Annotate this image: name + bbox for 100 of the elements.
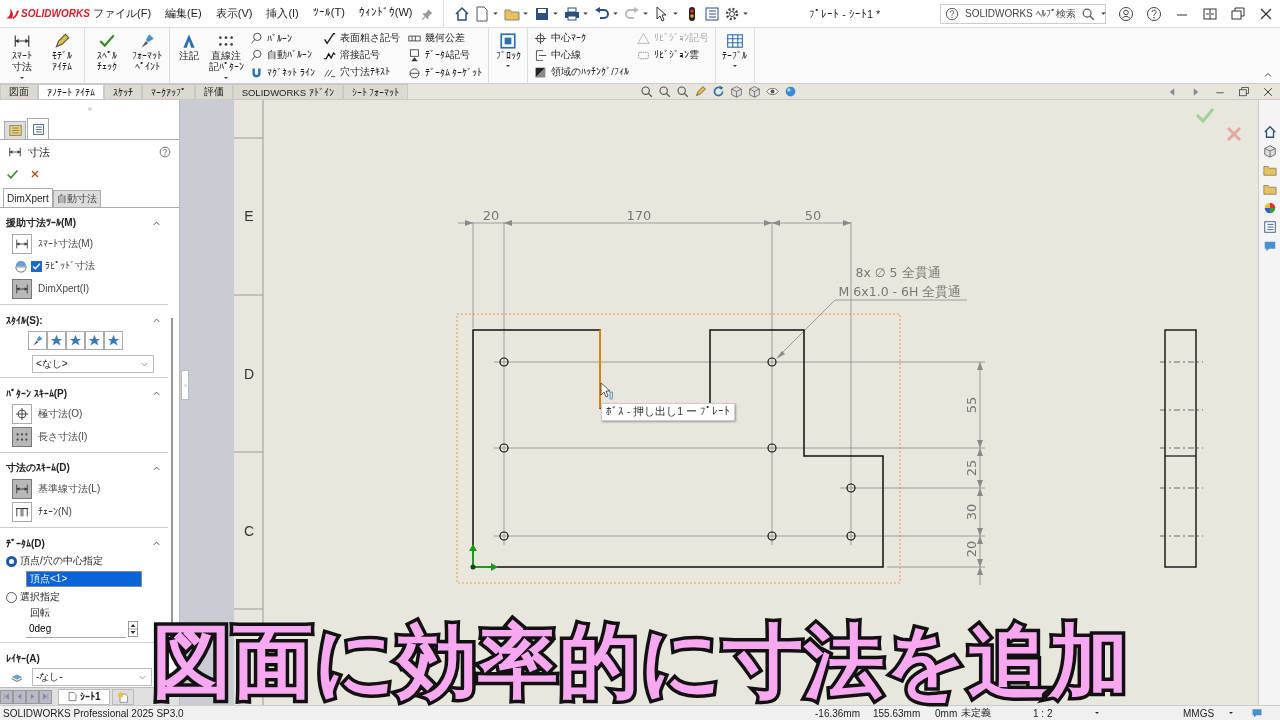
caret-icon[interactable] — [580, 9, 590, 18]
box-icon[interactable] — [730, 85, 743, 98]
style-dropdown[interactable]: <なし> — [32, 355, 154, 373]
ribbon-tool[interactable]: 溶接記号 — [322, 48, 400, 63]
caret-icon[interactable] — [550, 9, 560, 18]
magnifier-icon[interactable] — [640, 85, 653, 98]
ribbon-tool[interactable]: 幾何公差 — [407, 31, 483, 46]
panel-subtab[interactable]: DimXpert — [3, 188, 53, 207]
caret-icon[interactable] — [1093, 709, 1101, 717]
caret-icon[interactable] — [740, 9, 750, 18]
panel-subtab[interactable]: 自動寸法 — [52, 190, 101, 207]
ribbon-button[interactable]: 注記 — [173, 30, 205, 81]
ribbon-button[interactable]: 直線注 記ﾊﾟﾀｰﾝ — [207, 30, 245, 81]
tool-button[interactable] — [12, 403, 32, 424]
ribbon-tab[interactable]: ｼｰﾄ ﾌｫｰﾏｯﾄ — [342, 84, 409, 99]
home-icon[interactable] — [453, 5, 470, 22]
menu-item[interactable]: 表示(V) — [215, 6, 253, 21]
unit-system[interactable]: MMGS — [1183, 707, 1227, 719]
menu-item[interactable]: 編集(E) — [165, 6, 202, 21]
ribbon-button[interactable]: ﾃｰﾌﾞﾙ — [718, 30, 751, 81]
checkbox[interactable] — [31, 260, 42, 272]
tool-button[interactable] — [12, 501, 32, 522]
box-icon[interactable] — [748, 85, 761, 98]
restore-icon[interactable] — [1230, 5, 1246, 22]
help-icon[interactable] — [159, 146, 171, 158]
menu-item[interactable]: ｳｨﾝﾄﾞｳ(W) — [358, 6, 413, 21]
sphere-icon[interactable] — [784, 85, 797, 98]
ribbon-tool[interactable]: 中心ﾏｰｸ — [534, 31, 629, 46]
magnifier-icon[interactable] — [676, 85, 689, 98]
style-button[interactable] — [28, 330, 47, 350]
caret-icon[interactable] — [1099, 9, 1108, 18]
task-pane-button[interactable] — [1262, 125, 1277, 139]
add-sheet-icon[interactable] — [116, 690, 129, 703]
ribbon-tool[interactable]: 自動ﾊﾞﾙｰﾝ — [250, 48, 315, 63]
tool-button[interactable] — [12, 233, 32, 254]
printer-icon[interactable] — [563, 5, 580, 22]
task-pane-button[interactable] — [1262, 201, 1277, 215]
ribbon-button[interactable]: ﾌｫｰﾏｯﾄ ﾍﾟｲﾝﾄ — [128, 30, 166, 81]
layer-dropdown[interactable]: -なし- — [32, 668, 152, 686]
undo-icon[interactable] — [593, 5, 610, 22]
chat-icon[interactable] — [1251, 707, 1263, 719]
ribbon-tool[interactable]: ﾃﾞｰﾀﾑ記号 — [407, 48, 483, 63]
search-icon[interactable] — [1081, 6, 1095, 21]
ribbon-tool[interactable]: ﾃﾞｰﾀﾑ ﾀｰｹﾞｯﾄ — [407, 65, 483, 80]
selection-field[interactable]: 頂点<1> — [26, 571, 142, 587]
ribbon-tab[interactable]: 図面 — [0, 84, 38, 99]
ribbon-tool[interactable]: 表面粗さ記号 — [322, 31, 400, 46]
pin-icon[interactable] — [420, 7, 433, 20]
search-field[interactable]: SOLIDWORKS ﾍﾙﾌﾟ検索 — [940, 3, 1106, 24]
caret-icon[interactable] — [490, 9, 500, 18]
ribbon-tool[interactable]: ﾊﾞﾙｰﾝ — [250, 31, 315, 46]
caret-icon[interactable] — [640, 9, 650, 18]
gear-icon[interactable] — [723, 5, 740, 22]
panel-tab[interactable] — [27, 118, 49, 139]
style-button[interactable] — [85, 330, 104, 350]
style-button[interactable] — [66, 330, 85, 350]
tool-button[interactable] — [12, 426, 32, 447]
ribbon-button[interactable]: ﾌﾞﾛｯｸ — [492, 30, 525, 81]
caret-icon[interactable] — [520, 9, 530, 18]
ribbon-button[interactable]: ｽﾍﾟﾙ ﾁｪｯｸ — [88, 30, 126, 81]
drawing-scale[interactable]: 1 : 2 — [1033, 707, 1093, 719]
style-button[interactable] — [104, 330, 123, 350]
task-pane-button[interactable] — [1262, 220, 1277, 234]
menu-item[interactable]: ﾂｰﾙ(T) — [312, 6, 345, 21]
task-pane-button[interactable] — [1262, 144, 1277, 158]
caret-icon[interactable] — [670, 9, 680, 18]
radio-button[interactable] — [6, 555, 17, 567]
ribbon-tab[interactable]: ﾏｰｸｱｯﾌﾟ — [141, 84, 195, 99]
check-icon[interactable] — [1195, 108, 1215, 124]
radio-button[interactable] — [6, 591, 17, 603]
ribbon-tab[interactable]: ｱﾉﾃｰﾄ ｱｲﾃﾑ — [38, 84, 104, 99]
ribbon-tab[interactable]: ｽｹｯﾁ — [103, 84, 142, 99]
caret-icon[interactable] — [610, 9, 620, 18]
sheet-tab[interactable]: ｼｰﾄ1 — [58, 688, 110, 705]
tile-icon[interactable] — [1202, 5, 1218, 22]
ribbon-tab[interactable]: SOLIDWORKS ｱﾄﾞｲﾝ — [232, 84, 343, 99]
ribbon-tool[interactable]: ﾘﾋﾞｼﾞｮﾝ雲 — [636, 48, 709, 63]
menu-item[interactable]: 挿入(I) — [266, 6, 299, 21]
check-icon[interactable] — [6, 167, 19, 181]
cancel-icon[interactable] — [29, 168, 41, 180]
ribbon-tool[interactable]: 領域のﾊｯﾁﾝｸﾞ/ﾌｨﾙ — [534, 65, 629, 80]
save-icon[interactable] — [533, 5, 550, 22]
ribbon-tool[interactable]: 穴寸法ﾃｷｽﾄ — [322, 65, 400, 80]
magnifier-icon[interactable] — [658, 85, 671, 98]
ribbon-tool[interactable]: ﾏｸﾞﾈｯﾄ ﾗｲﾝ — [250, 65, 315, 80]
ribbon-tab[interactable]: 評価 — [194, 84, 233, 99]
close-icon[interactable] — [1262, 86, 1274, 98]
handle-icon[interactable] — [181, 381, 189, 389]
caret-icon[interactable] — [1227, 709, 1235, 717]
ribbon-button[interactable]: ｽﾏｰﾄ 寸法 — [3, 30, 41, 81]
ribbon-tool[interactable]: 中心線 — [534, 48, 629, 63]
user-icon[interactable] — [1118, 5, 1134, 22]
rotate-icon[interactable] — [712, 85, 725, 98]
restore-icon[interactable] — [1238, 86, 1250, 98]
help-icon[interactable] — [1146, 5, 1162, 22]
ribbon-button[interactable]: ﾓﾃﾞﾙ ｱｲﾃﾑ — [43, 30, 81, 81]
style-button[interactable] — [47, 330, 66, 350]
tool-button[interactable] — [12, 278, 32, 299]
menu-item[interactable]: ファイル(F) — [93, 6, 152, 21]
eye-icon[interactable] — [766, 85, 779, 98]
